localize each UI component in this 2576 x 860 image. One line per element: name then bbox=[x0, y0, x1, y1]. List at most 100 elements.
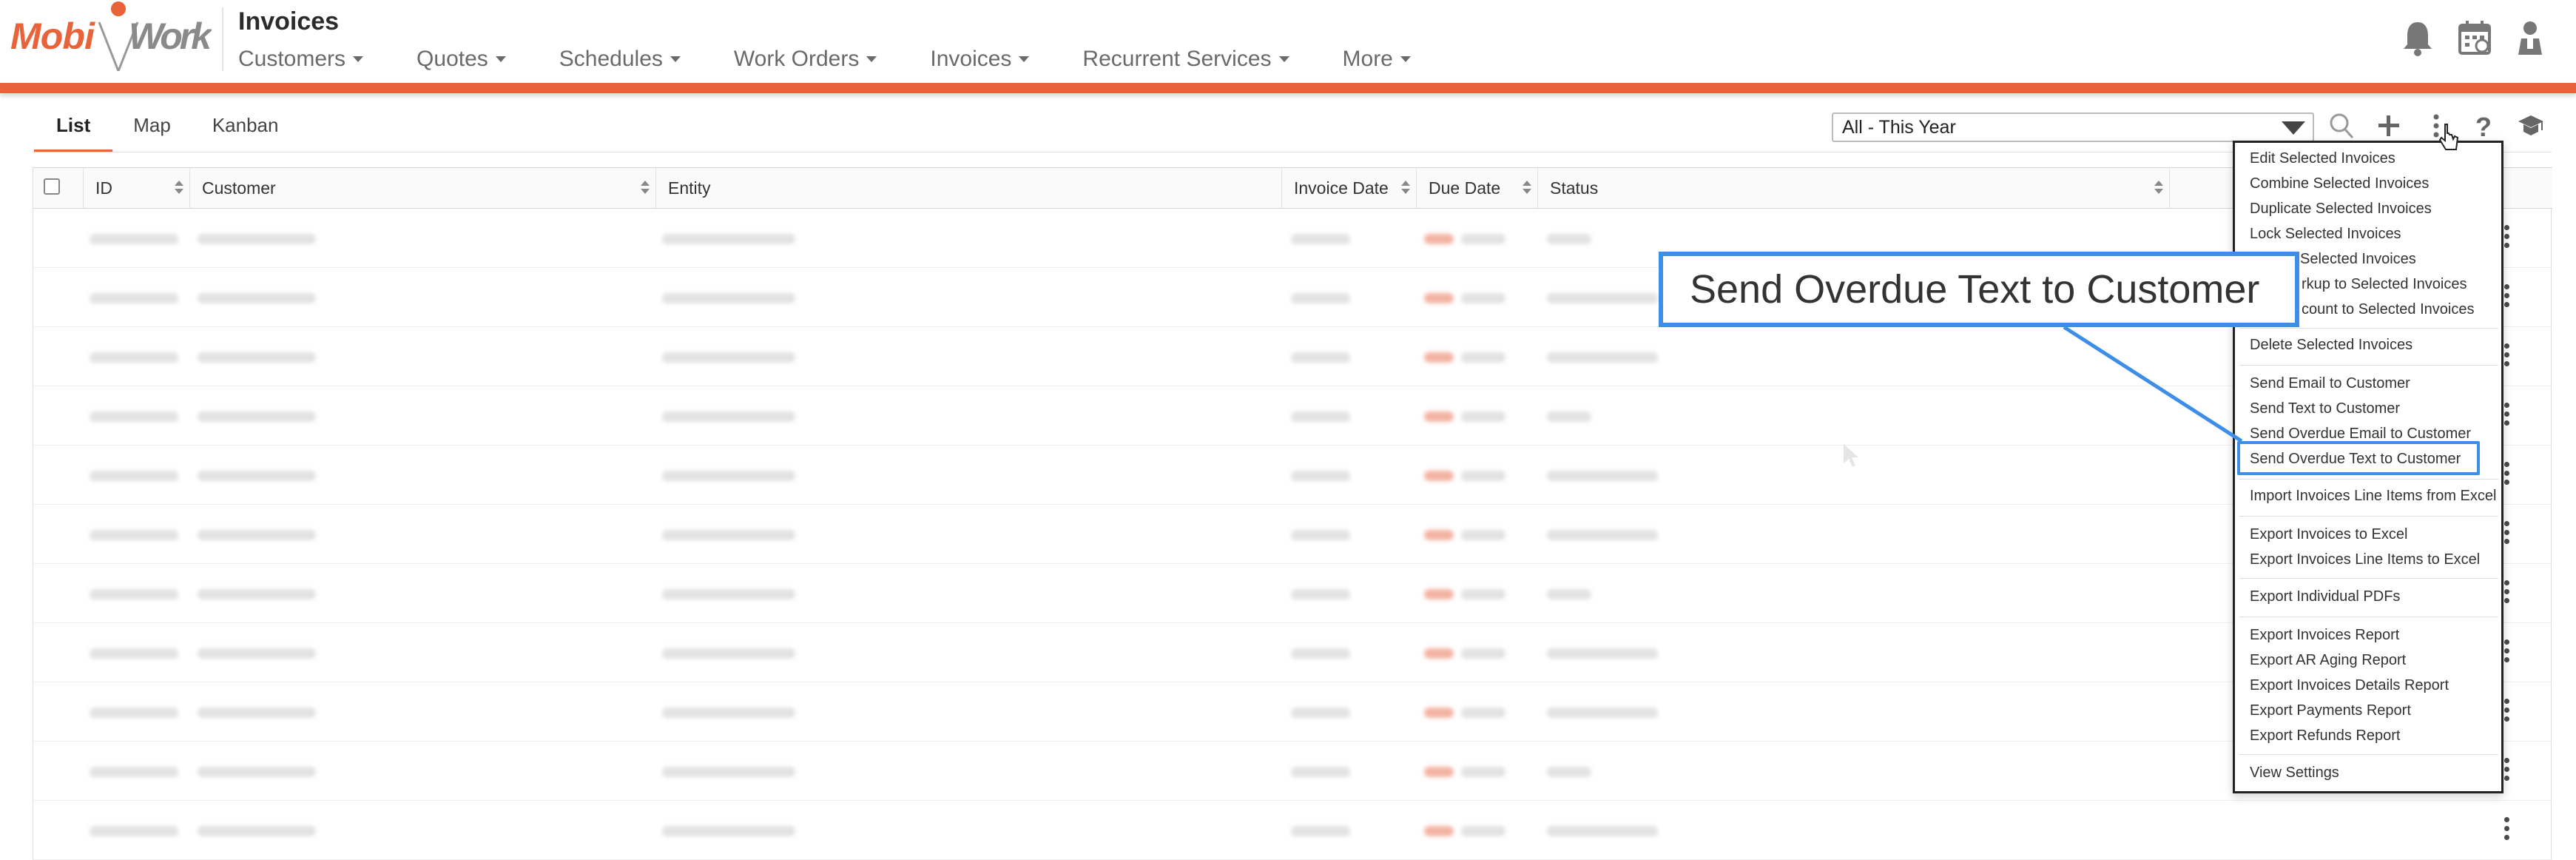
row-actions-icon[interactable] bbox=[2504, 580, 2510, 607]
table-cell bbox=[1291, 411, 1350, 422]
view-tabs: List Map Kanban bbox=[34, 111, 299, 152]
column-select bbox=[33, 168, 84, 208]
menu-item-send-text[interactable]: Send Text to Customer bbox=[2250, 400, 2400, 417]
menu-item-delete-selected[interactable]: Delete Selected Invoices bbox=[2250, 337, 2413, 354]
menu-item-export-details-report[interactable]: Export Invoices Details Report bbox=[2250, 677, 2449, 694]
table-cell bbox=[1547, 648, 1658, 659]
search-icon[interactable] bbox=[2327, 111, 2356, 141]
row-actions-icon[interactable] bbox=[2504, 225, 2510, 252]
table-cell bbox=[90, 471, 178, 481]
table-cell bbox=[90, 708, 178, 718]
menu-item-send-overdue-text[interactable]: Send Overdue Text to Customer bbox=[2250, 451, 2461, 468]
table-row[interactable] bbox=[33, 742, 2552, 801]
table-row[interactable] bbox=[33, 386, 2552, 446]
table-cell bbox=[1461, 648, 1506, 659]
row-actions-icon[interactable] bbox=[2504, 699, 2510, 725]
table-cell bbox=[1547, 234, 1591, 244]
sort-icon bbox=[175, 181, 183, 195]
tab-list[interactable]: List bbox=[34, 111, 113, 152]
graduation-cap-icon[interactable] bbox=[2517, 111, 2545, 141]
menu-item-export-payments-report[interactable]: Export Payments Report bbox=[2250, 702, 2411, 719]
table-cell bbox=[1291, 293, 1350, 303]
column-invoice-date[interactable]: Invoice Date bbox=[1282, 168, 1417, 208]
table-cell bbox=[1291, 708, 1350, 718]
row-actions-icon[interactable] bbox=[2504, 403, 2510, 429]
menu-item-export-ar-aging[interactable]: Export AR Aging Report bbox=[2250, 652, 2406, 669]
menu-item-export-line-items-excel[interactable]: Export Invoices Line Items to Excel bbox=[2250, 551, 2480, 568]
menu-item-export-invoices-excel[interactable]: Export Invoices to Excel bbox=[2250, 526, 2407, 543]
menu-item-export-refunds-report[interactable]: Export Refunds Report bbox=[2250, 728, 2400, 745]
nav-customers[interactable]: Customers bbox=[238, 47, 364, 72]
menu-item-send-email[interactable]: Send Email to Customer bbox=[2250, 375, 2410, 392]
menu-item-combine-selected[interactable]: Combine Selected Invoices bbox=[2250, 175, 2429, 192]
table-row[interactable] bbox=[33, 623, 2552, 682]
menu-item-export-pdfs[interactable]: Export Individual PDFs bbox=[2250, 588, 2400, 605]
table-cell bbox=[198, 648, 316, 659]
page-title: Invoices bbox=[238, 7, 340, 36]
row-actions-icon[interactable] bbox=[2504, 521, 2510, 548]
table-cell bbox=[1547, 471, 1658, 481]
help-icon[interactable]: ? bbox=[2469, 111, 2498, 142]
table-cell bbox=[198, 411, 316, 422]
chevron-down-icon bbox=[495, 56, 506, 62]
calendar-icon[interactable] bbox=[2458, 19, 2491, 56]
table-row[interactable] bbox=[33, 446, 2552, 505]
column-label: ID bbox=[95, 178, 112, 198]
tab-kanban[interactable]: Kanban bbox=[192, 111, 300, 152]
menu-item-import-line-items[interactable]: Import Invoices Line Items from Excel bbox=[2250, 488, 2496, 505]
nav-work-orders[interactable]: Work Orders bbox=[734, 47, 877, 72]
table-cell bbox=[1461, 530, 1506, 540]
row-actions-icon[interactable] bbox=[2504, 817, 2510, 844]
table-cell bbox=[1547, 589, 1591, 599]
app-header: Mobi Work Invoices Customers Quotes Sche… bbox=[0, 0, 2576, 83]
row-actions-icon[interactable] bbox=[2504, 758, 2510, 785]
table-cell bbox=[1547, 411, 1591, 422]
nav-more[interactable]: More bbox=[1343, 47, 1411, 72]
select-all-checkbox[interactable] bbox=[44, 178, 60, 195]
menu-item-export-invoices-report[interactable]: Export Invoices Report bbox=[2250, 627, 2399, 644]
nav-quotes[interactable]: Quotes bbox=[417, 47, 506, 72]
user-icon[interactable] bbox=[2514, 19, 2546, 56]
menu-item-apply-markup[interactable]: rkup to Selected Invoices bbox=[2302, 276, 2467, 293]
svg-text:Work: Work bbox=[129, 16, 212, 57]
menu-item-edit-selected[interactable]: Edit Selected Invoices bbox=[2250, 150, 2395, 167]
menu-divider bbox=[2239, 578, 2498, 579]
menu-item-lock-selected[interactable]: Lock Selected Invoices bbox=[2250, 226, 2401, 243]
table-row[interactable] bbox=[33, 801, 2552, 860]
column-id[interactable]: ID bbox=[84, 168, 190, 208]
bell-icon[interactable] bbox=[2401, 19, 2434, 56]
mobiwork-logo[interactable]: Mobi Work bbox=[10, 0, 212, 71]
menu-item-unlock-selected[interactable]: Selected Invoices bbox=[2300, 251, 2416, 268]
nav-schedules[interactable]: Schedules bbox=[559, 47, 681, 72]
table-row[interactable] bbox=[33, 682, 2552, 742]
plus-icon[interactable] bbox=[2375, 111, 2403, 141]
table-cell bbox=[1291, 234, 1350, 244]
column-customer[interactable]: Customer bbox=[190, 168, 656, 208]
column-due-date[interactable]: Due Date bbox=[1417, 168, 1538, 208]
column-entity[interactable]: Entity bbox=[656, 168, 1282, 208]
chevron-down-icon bbox=[1019, 56, 1030, 62]
table-row[interactable] bbox=[33, 505, 2552, 564]
menu-item-send-overdue-email[interactable]: Send Overdue Email to Customer bbox=[2250, 426, 2471, 443]
table-row[interactable] bbox=[33, 564, 2552, 623]
table-cell bbox=[662, 293, 795, 303]
table-cell bbox=[1547, 352, 1658, 363]
menu-item-duplicate-selected[interactable]: Duplicate Selected Invoices bbox=[2250, 201, 2432, 218]
row-actions-icon[interactable] bbox=[2504, 284, 2510, 311]
filter-select[interactable]: All - This Year bbox=[1832, 112, 2314, 142]
table-cell bbox=[1461, 411, 1506, 422]
menu-item-apply-discount[interactable]: count to Selected Invoices bbox=[2302, 301, 2474, 318]
tab-map[interactable]: Map bbox=[112, 111, 192, 152]
row-actions-icon[interactable] bbox=[2504, 343, 2510, 370]
menu-item-view-settings[interactable]: View Settings bbox=[2250, 765, 2339, 782]
table-cell bbox=[1547, 767, 1591, 777]
row-actions-icon[interactable] bbox=[2504, 462, 2510, 488]
column-status[interactable]: Status bbox=[1538, 168, 2170, 208]
nav-invoices[interactable]: Invoices bbox=[930, 47, 1030, 72]
nav-recurrent-services[interactable]: Recurrent Services bbox=[1082, 47, 1289, 72]
table-cell bbox=[662, 234, 795, 244]
table-cell bbox=[90, 530, 178, 540]
table-row[interactable] bbox=[33, 327, 2552, 386]
row-actions-icon[interactable] bbox=[2504, 639, 2510, 666]
table-cell bbox=[662, 411, 795, 422]
